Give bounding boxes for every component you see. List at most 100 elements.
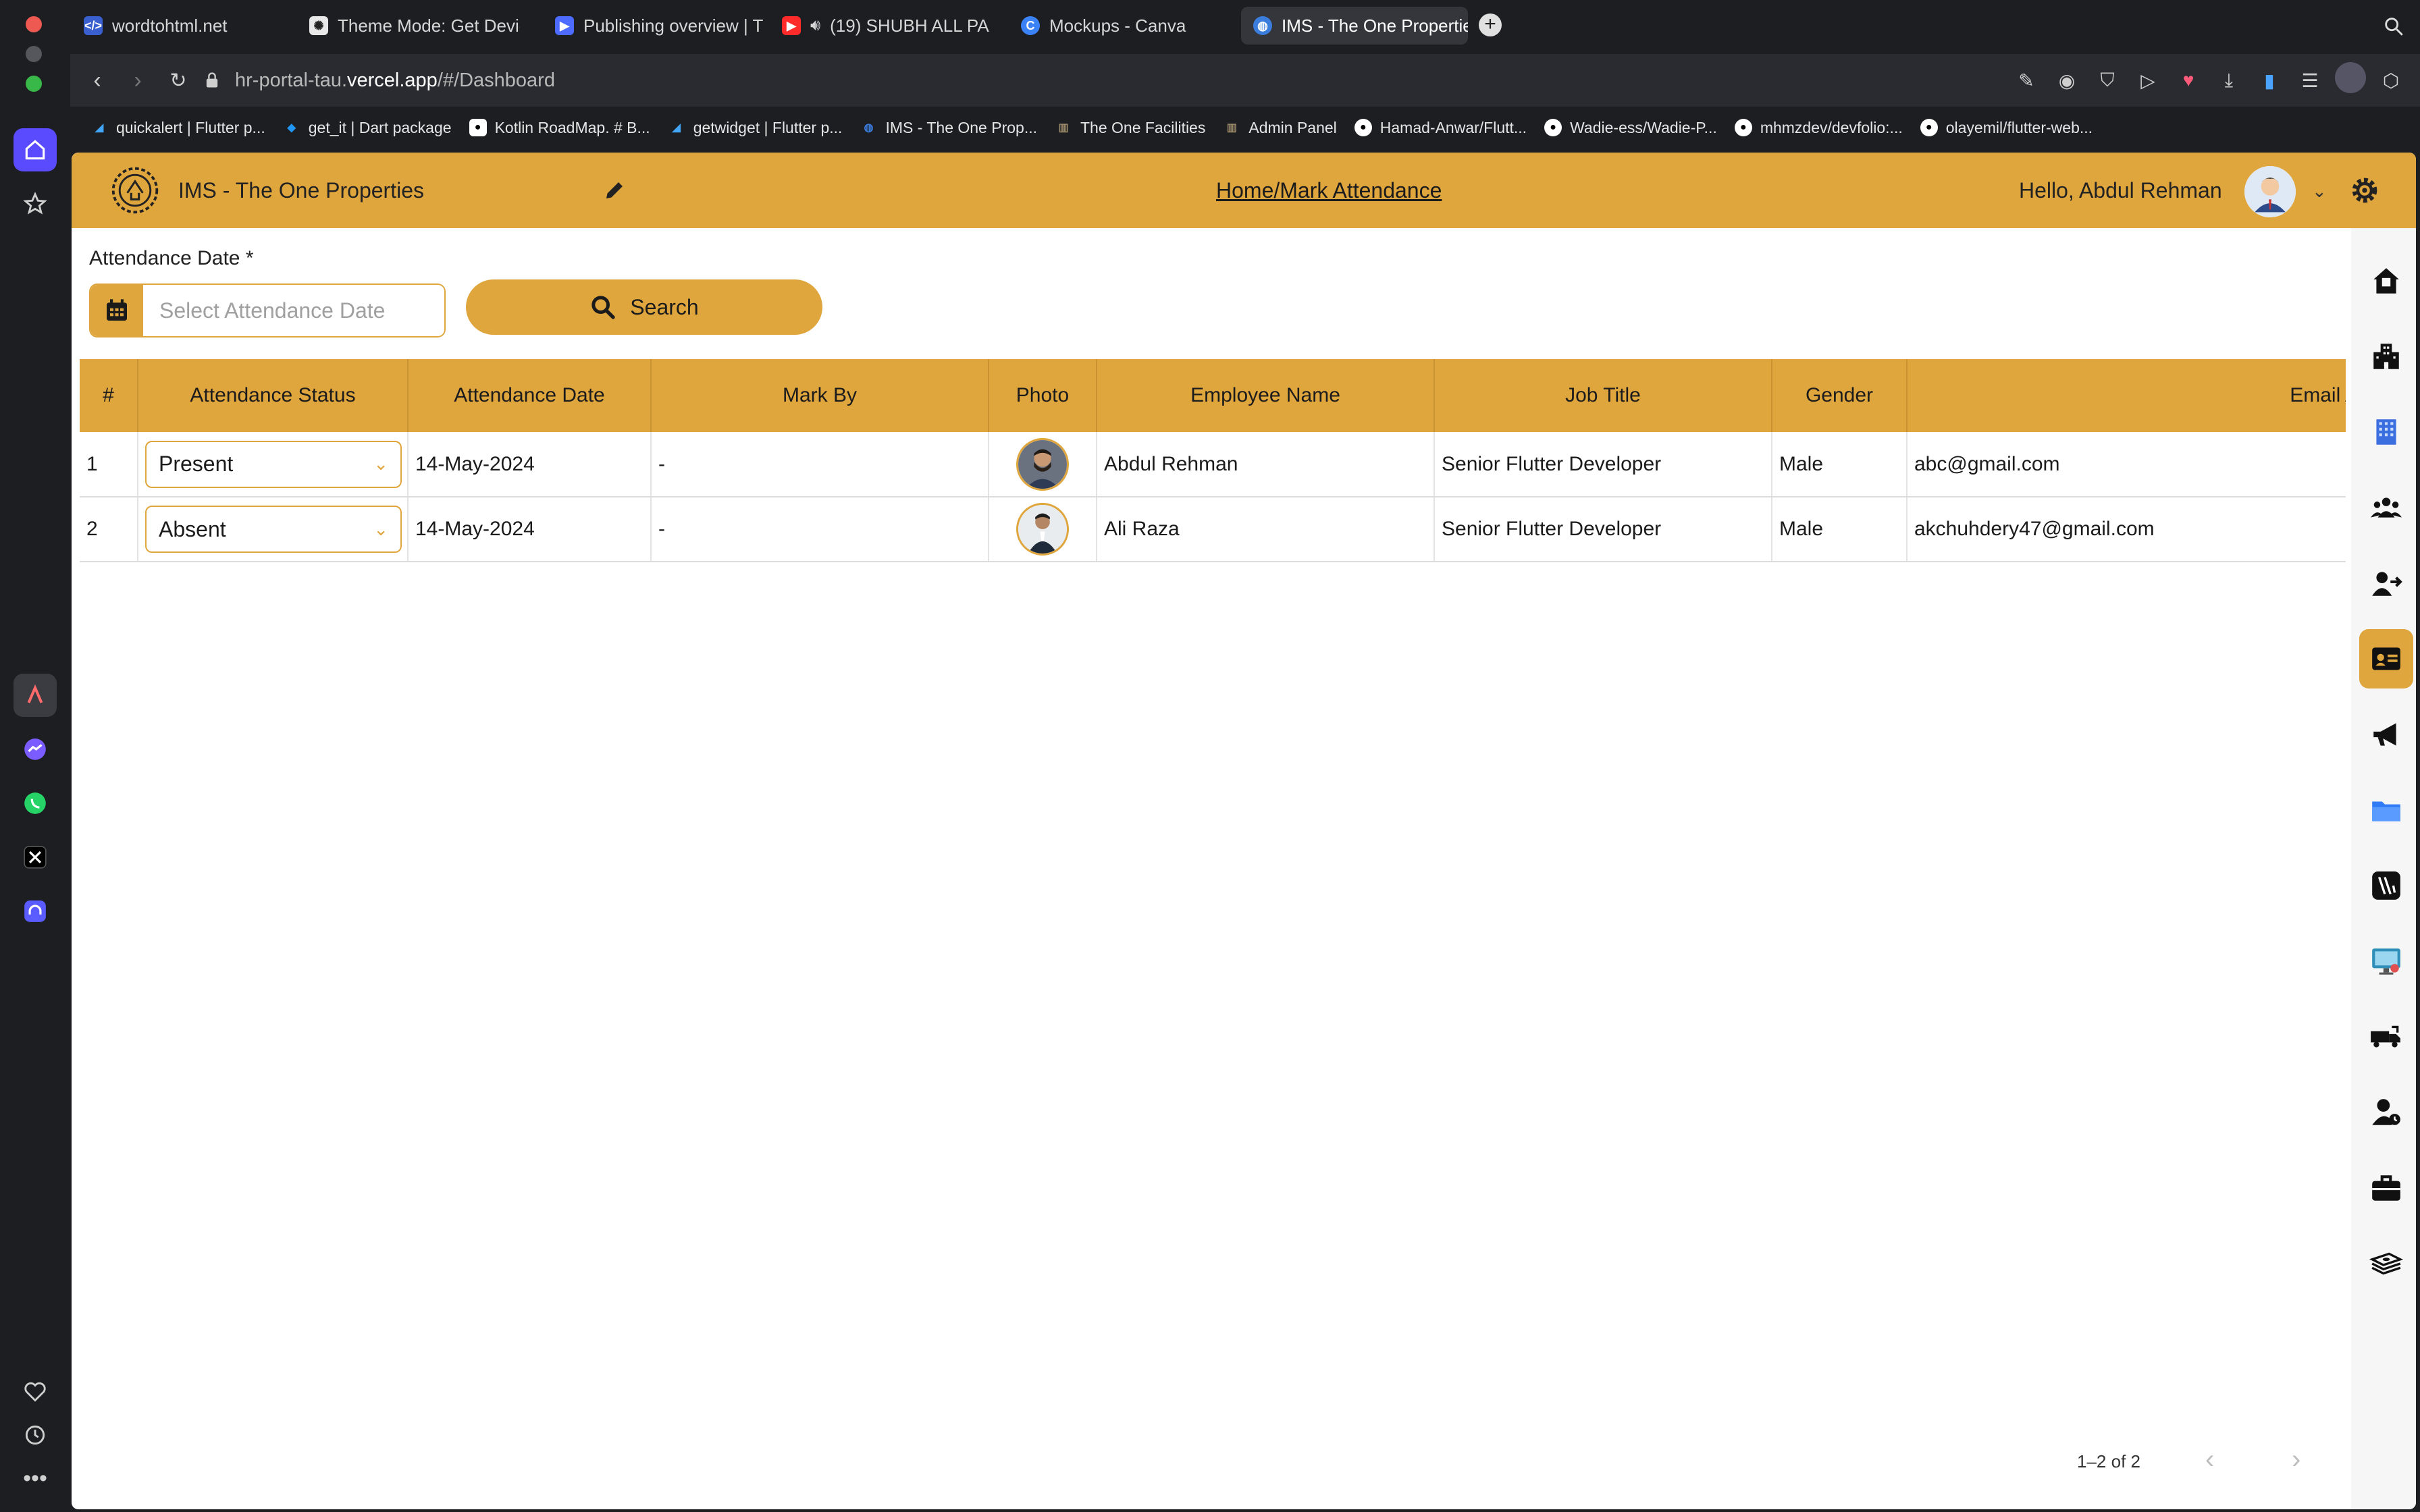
folder-icon[interactable] xyxy=(2359,780,2413,840)
settings-sliders-icon[interactable]: ☰ xyxy=(2294,62,2325,99)
web-app: IMS - The One Properties Home/Mark Atten… xyxy=(72,153,2416,1509)
column-header-employee-name[interactable]: Employee Name xyxy=(1097,359,1435,432)
bookmark-getwidget[interactable]: ◢ getwidget | Flutter p... xyxy=(668,119,843,137)
bookmark-mhmzdev[interactable]: ● mhmzdev/devfolio:... xyxy=(1734,119,1903,137)
attendance-date-cell: 14-May-2024 xyxy=(408,497,652,562)
bookmark-hamad-anwar[interactable]: ● Hamad-Anwar/Flutt... xyxy=(1354,119,1527,137)
column-header-email[interactable]: Email Address xyxy=(1907,359,2346,432)
email-cell: akchuhdery47@gmail.com xyxy=(1907,497,2346,562)
bookmark-quickalert[interactable]: ◢ quickalert | Flutter p... xyxy=(90,119,265,137)
briefcase-icon[interactable] xyxy=(2359,1158,2413,1218)
tab-search-icon[interactable] xyxy=(2382,15,2405,41)
employee-name-cell: Ali Raza xyxy=(1097,497,1435,562)
breadcrumb[interactable]: Home/Mark Attendance xyxy=(1216,178,1442,203)
favorite-heart-icon[interactable]: ♥ xyxy=(2173,62,2204,99)
home-icon[interactable] xyxy=(2359,251,2413,310)
profile-avatar[interactable] xyxy=(2335,62,2366,93)
whatsapp-icon[interactable] xyxy=(14,782,57,825)
id-card-icon[interactable] xyxy=(2359,629,2413,688)
tab-youtube[interactable]: ▶ 🔊︎ (19) SHUBH ALL PA xyxy=(770,7,999,45)
speaker-icon[interactable]: 🔊︎ xyxy=(810,16,820,35)
attendance-status-select[interactable]: Present ⌄ xyxy=(145,440,402,488)
gear-icon[interactable] xyxy=(2350,176,2379,205)
next-page-button[interactable]: › xyxy=(2292,1444,2300,1475)
bookmark-olayemil[interactable]: ● olayemil/flutter-web... xyxy=(1920,119,2093,137)
attendance-status-select[interactable]: Absent ⌄ xyxy=(145,506,402,553)
attendance-date-input[interactable] xyxy=(143,285,444,336)
table-header-row: # Attendance Status Attendance Date Mark… xyxy=(80,359,2346,432)
messenger-icon[interactable] xyxy=(14,728,57,771)
megaphone-icon[interactable] xyxy=(2359,705,2413,764)
dart-icon: ◆ xyxy=(287,122,296,134)
office-icon[interactable] xyxy=(2359,402,2413,462)
pencil-icon[interactable] xyxy=(602,178,627,202)
x-twitter-icon[interactable] xyxy=(14,836,57,879)
money-stack-icon[interactable] xyxy=(2359,1234,2413,1293)
bookmark-ims[interactable]: ◍ IMS - The One Prop... xyxy=(860,119,1037,137)
new-tab-button[interactable]: + xyxy=(1479,14,1502,36)
team-icon[interactable] xyxy=(2359,478,2413,537)
tab-theme-mode[interactable]: ✺ Theme Mode: Get Devic xyxy=(297,7,520,45)
chevron-down-icon[interactable]: ⌄ xyxy=(2312,181,2327,202)
search-button[interactable]: Search xyxy=(466,279,822,335)
avatar[interactable] xyxy=(2244,166,2296,217)
bookmark-get-it[interactable]: ◆ get_it | Dart package xyxy=(283,119,452,137)
shield-icon[interactable]: ⛉ xyxy=(2092,62,2123,99)
column-header-gender[interactable]: Gender xyxy=(1772,359,1908,432)
bookmarks-bar: ◢ quickalert | Flutter p... ◆ get_it | Dar… xyxy=(70,108,2420,147)
column-header-status[interactable]: Attendance Status xyxy=(138,359,409,432)
column-header-index[interactable]: # xyxy=(80,359,138,432)
monitor-icon[interactable] xyxy=(2359,932,2413,991)
extensions-icon[interactable]: ⬡ xyxy=(2375,62,2406,99)
previous-page-button[interactable]: ‹ xyxy=(2205,1444,2214,1475)
row-index: 1 xyxy=(80,432,138,497)
headphones-icon[interactable] xyxy=(14,890,57,933)
flutter-icon: ◢ xyxy=(95,122,104,134)
tab-wordtohtml[interactable]: </> wordtohtml.net xyxy=(72,7,288,45)
bookmark-kotlin[interactable]: ● Kotlin RoadMap. # B... xyxy=(469,119,650,137)
column-header-date[interactable]: Attendance Date xyxy=(408,359,652,432)
employee-name-cell: Abdul Rehman xyxy=(1097,432,1435,497)
column-header-photo[interactable]: Photo xyxy=(989,359,1097,432)
chevron-down-icon: ⌄ xyxy=(373,454,388,474)
column-header-mark-by[interactable]: Mark By xyxy=(651,359,989,432)
send-icon[interactable]: ▷ xyxy=(2132,62,2163,99)
calendar-icon[interactable] xyxy=(90,285,143,336)
tab-publishing-overview[interactable]: ▶ Publishing overview | Th xyxy=(533,7,763,45)
star-icon[interactable] xyxy=(14,182,57,225)
user-clock-icon[interactable] xyxy=(2359,1083,2413,1142)
code-icon: </> xyxy=(84,16,103,35)
user-transfer-icon[interactable] xyxy=(2359,554,2413,613)
wallet-icon[interactable] xyxy=(2359,856,2413,915)
attendance-date-picker[interactable] xyxy=(89,284,446,338)
search-icon xyxy=(591,296,615,319)
forward-button[interactable]: › xyxy=(117,60,158,101)
bookmark-wadie-ess[interactable]: ● Wadie-ess/Wadie-P... xyxy=(1544,119,1717,137)
truck-icon[interactable] xyxy=(2359,1007,2413,1066)
battery-icon[interactable]: ▮ xyxy=(2254,62,2285,99)
app-launcher-icon[interactable] xyxy=(14,674,57,717)
close-window-button[interactable] xyxy=(26,16,42,32)
more-icon[interactable]: ••• xyxy=(14,1457,57,1500)
column-header-job-title[interactable]: Job Title xyxy=(1434,359,1772,432)
url-field[interactable]: hr-portal-tau.vercel.app/#/Dashboard xyxy=(235,70,555,92)
tab-canva[interactable]: C Mockups - Canva xyxy=(1009,7,1225,45)
camera-icon[interactable]: ◉ xyxy=(2051,62,2082,99)
tab-ims-active[interactable]: ◍ IMS - The One Propertie xyxy=(1241,7,1468,45)
edit-page-icon[interactable]: ✎ xyxy=(2011,62,2042,99)
building-icon[interactable] xyxy=(2359,327,2413,386)
bookmark-admin-panel[interactable]: ▥ Admin Panel xyxy=(1223,119,1337,137)
building-icon: ▥ xyxy=(1226,122,1237,134)
reload-icon[interactable]: ↻ xyxy=(158,60,199,101)
history-icon[interactable] xyxy=(14,1413,57,1457)
bookmark-one-facilities[interactable]: ▥ The One Facilities xyxy=(1055,119,1205,137)
attendance-date-cell: 14-May-2024 xyxy=(408,432,652,497)
row-index: 2 xyxy=(80,497,138,562)
maximize-window-button[interactable] xyxy=(26,76,42,92)
back-button[interactable]: ‹ xyxy=(77,60,117,101)
github-icon: ● xyxy=(1354,119,1372,136)
home-icon[interactable] xyxy=(14,128,57,171)
heart-icon[interactable] xyxy=(14,1370,57,1413)
download-icon[interactable]: ⤓ xyxy=(2213,62,2244,99)
minimize-window-button[interactable] xyxy=(26,46,42,62)
